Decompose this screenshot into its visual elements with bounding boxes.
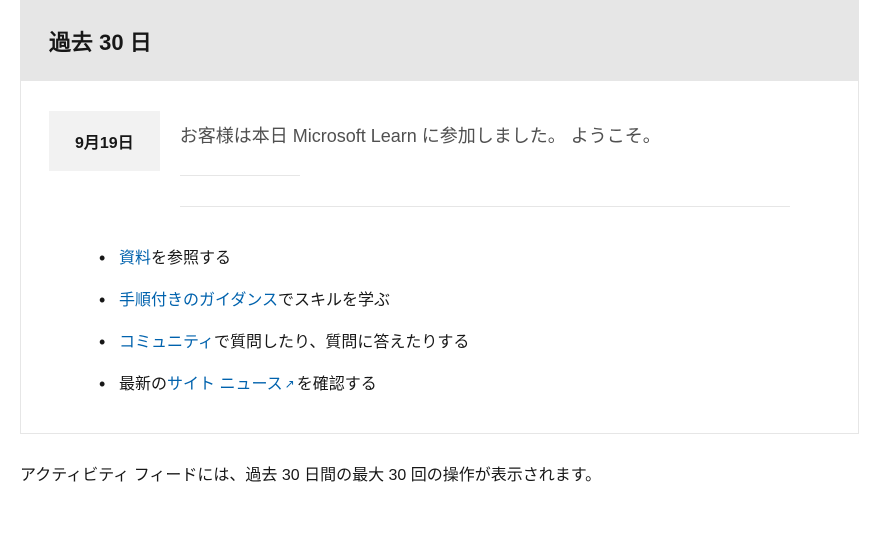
- entry-content: お客様は本日 Microsoft Learn に参加しました。 ようこそ。: [180, 111, 790, 207]
- welcome-text: お客様は本日 Microsoft Learn に参加しました。 ようこそ。: [180, 123, 790, 150]
- divider: [180, 175, 300, 176]
- card-header: 過去 30 日: [21, 1, 858, 81]
- list-item-suffix: を参照する: [151, 250, 231, 267]
- site-news-link[interactable]: サイト ニュース↗: [167, 376, 297, 393]
- guidance-link[interactable]: 手順付きのガイダンス: [119, 292, 278, 309]
- activity-entry: 9月19日 お客様は本日 Microsoft Learn に参加しました。 よう…: [21, 81, 858, 207]
- list-item-suffix: でスキルを学ぶ: [278, 292, 390, 309]
- activity-card: 過去 30 日 9月19日 お客様は本日 Microsoft Learn に参加…: [20, 0, 859, 434]
- list-item: 最新のサイト ニュース↗を確認する: [99, 373, 858, 397]
- list-item-suffix: を確認する: [297, 376, 377, 393]
- footer-text: アクティビティ フィードには、過去 30 日間の最大 30 回の操作が表示されま…: [20, 464, 859, 488]
- list-item: 資料を参照する: [99, 247, 858, 271]
- list-item-prefix: 最新の: [119, 376, 167, 393]
- link-list: 資料を参照する 手順付きのガイダンスでスキルを学ぶ コミュニティで質問したり、質…: [99, 247, 858, 433]
- list-item-suffix: で質問したり、質問に答えたりする: [214, 334, 469, 351]
- date-badge: 9月19日: [49, 111, 160, 171]
- card-title: 過去 30 日: [49, 25, 830, 57]
- external-link-icon: ↗: [285, 375, 295, 393]
- list-item: 手順付きのガイダンスでスキルを学ぶ: [99, 289, 858, 313]
- documentation-link[interactable]: 資料: [119, 250, 151, 267]
- list-item: コミュニティで質問したり、質問に答えたりする: [99, 331, 858, 355]
- community-link[interactable]: コミュニティ: [119, 334, 214, 351]
